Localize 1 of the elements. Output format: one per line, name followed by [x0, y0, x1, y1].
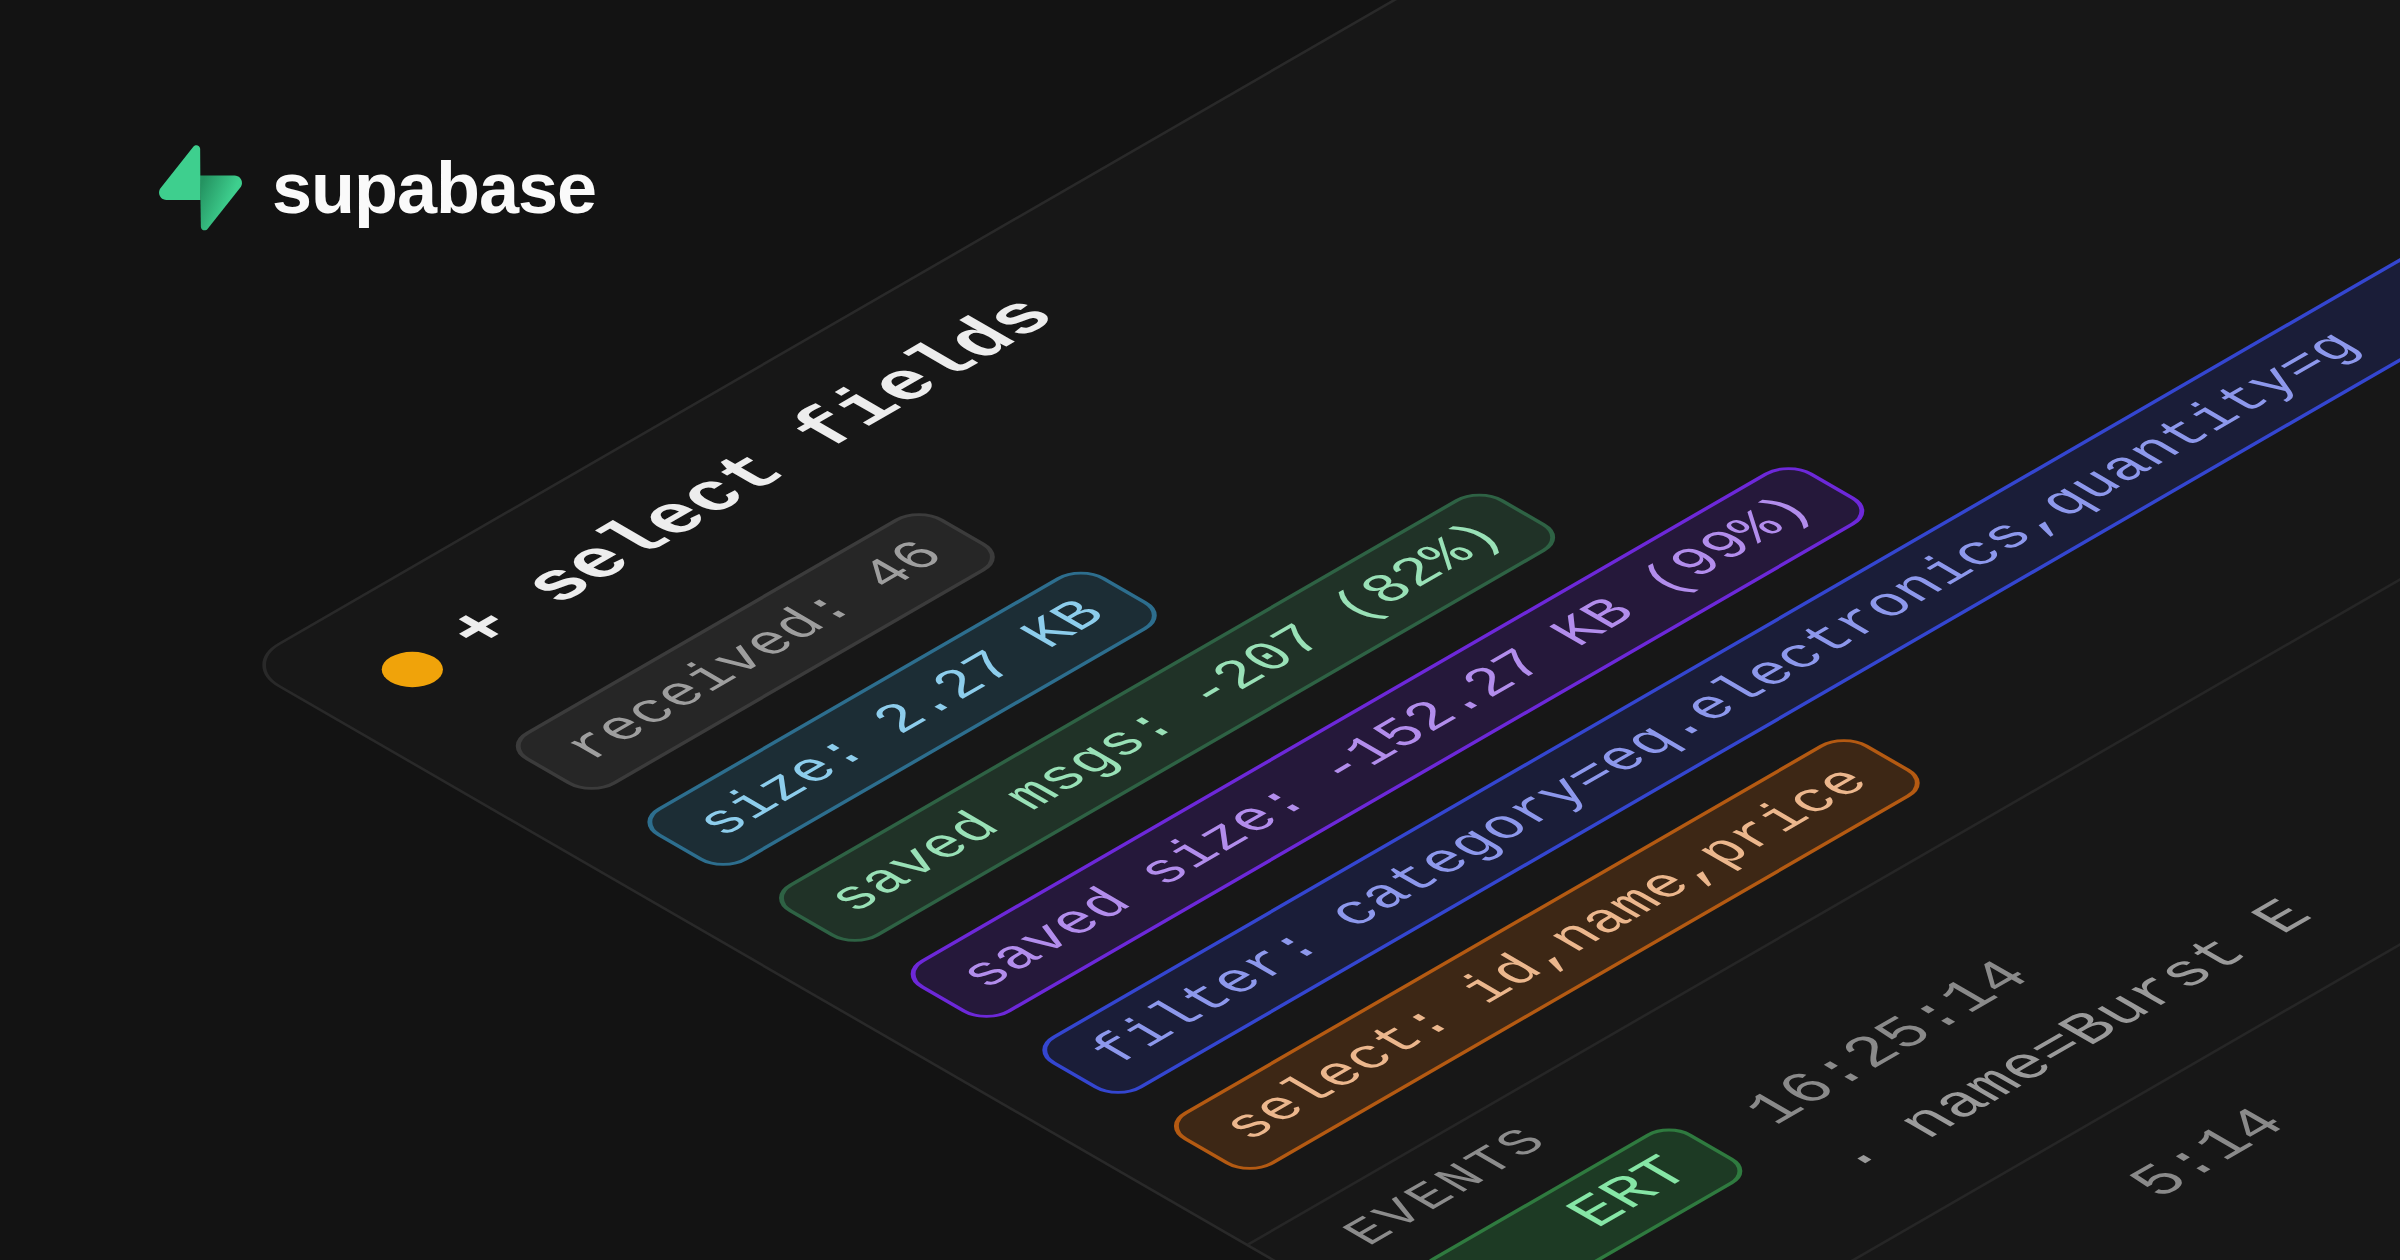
lightning-bolt-icon	[159, 145, 242, 231]
